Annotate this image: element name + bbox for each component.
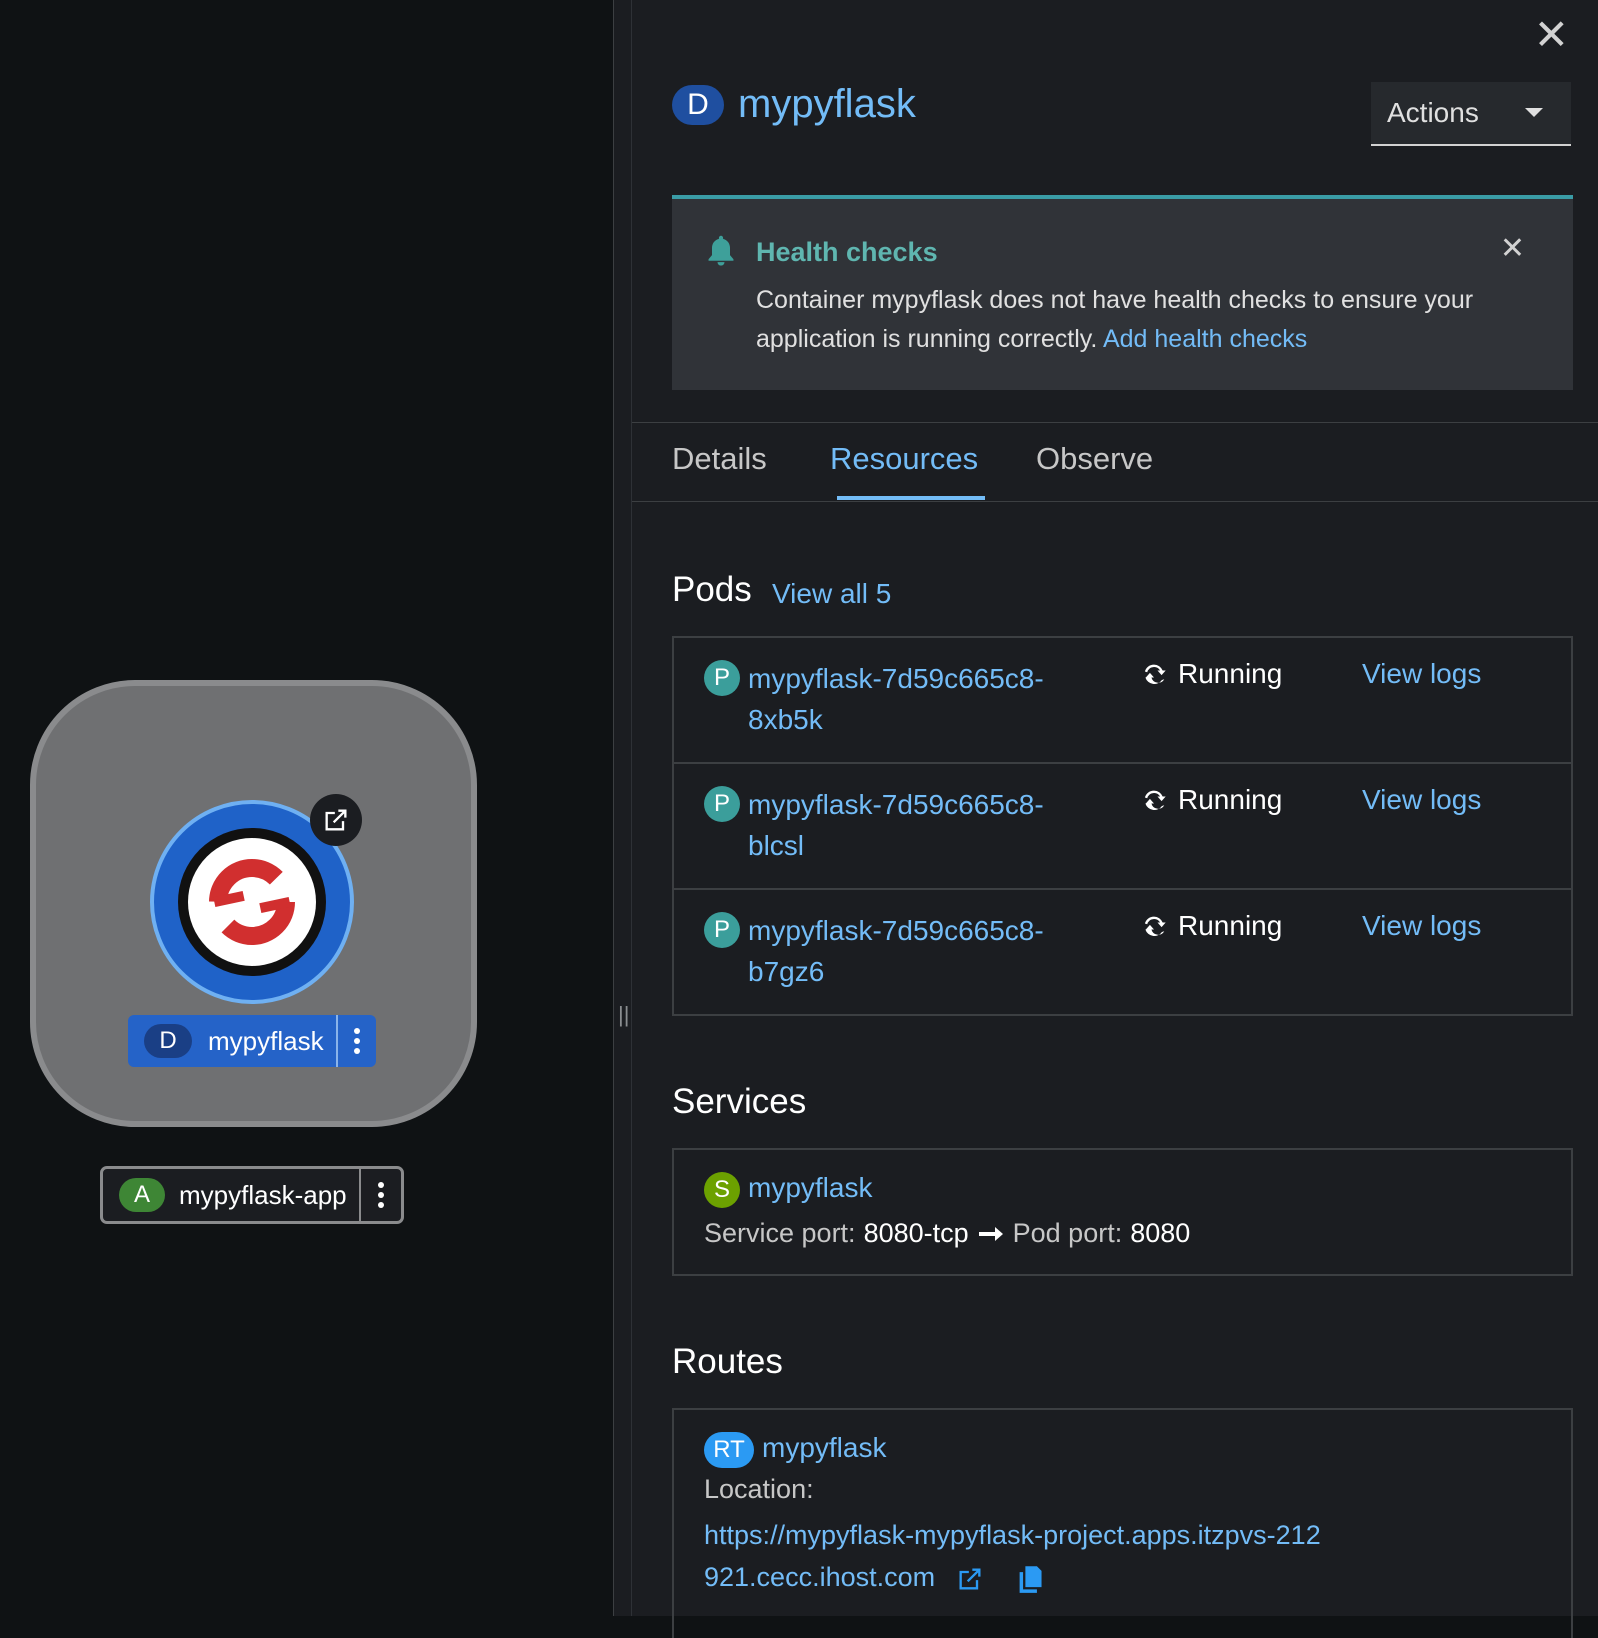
close-icon: ✕ [1533,11,1569,58]
active-tab-indicator [837,496,985,500]
alert-title: Health checks [756,237,938,267]
pod-status: Running [1140,910,1282,942]
tab-observe[interactable]: Observe [1036,441,1153,477]
alert-close-button[interactable]: ✕ [1500,231,1525,266]
actions-dropdown[interactable]: Actions [1371,82,1571,146]
node-label[interactable]: D mypyflask [128,1015,376,1067]
panel-header: D mypyflask [672,82,916,127]
routes-heading: Routes [672,1342,783,1381]
pod-port-value: 8080 [1130,1218,1191,1248]
deployment-badge: D [672,84,724,125]
application-kebab-button[interactable] [359,1169,401,1221]
deployment-badge: D [144,1024,192,1058]
add-health-checks-link[interactable]: Add health checks [1103,325,1307,353]
pods-list: P mypyflask-7d59c665c8-8xb5k Running Vie… [672,636,1573,1016]
view-logs-link[interactable]: View logs [1362,910,1481,942]
route-badge: RT [704,1432,754,1468]
view-all-pods-link[interactable]: View all 5 [772,578,891,610]
pod-status: Running [1140,658,1282,690]
pods-heading: Pods [672,570,752,609]
kebab-icon [378,1182,384,1208]
topology-canvas[interactable]: D mypyflask A mypyflask-app [0,0,613,1616]
view-logs-link[interactable]: View logs [1362,658,1481,690]
pod-status-text: Running [1178,784,1283,815]
pod-name-link[interactable]: mypyflask-7d59c665c8-b7gz6 [748,910,1078,992]
application-name: mypyflask-app [179,1179,347,1210]
node-kebab-button[interactable] [336,1015,376,1067]
service-port-value: 8080-tcp [863,1218,969,1248]
pod-row: P mypyflask-7d59c665c8-8xb5k Running Vie… [674,638,1571,764]
pod-name-link[interactable]: mypyflask-7d59c665c8-8xb5k [748,658,1078,740]
application-label[interactable]: A mypyflask-app [100,1166,404,1224]
caret-down-icon [1525,108,1543,117]
page-title[interactable]: mypyflask [738,82,916,127]
pod-row: P mypyflask-7d59c665c8-blcsl Running Vie… [674,764,1571,890]
sync-icon [1142,790,1166,810]
openshift-logo-icon [209,859,295,945]
actions-label: Actions [1387,97,1479,128]
services-heading: Services [672,1082,807,1121]
sync-icon [1142,664,1166,684]
pod-name-link[interactable]: mypyflask-7d59c665c8-blcsl [748,784,1078,866]
node-name: mypyflask [208,1025,324,1056]
tab-details[interactable]: Details [672,441,767,477]
node-icon-bg [188,838,316,966]
route-name-link[interactable]: mypyflask [762,1432,886,1464]
pod-row: P mypyflask-7d59c665c8-b7gz6 Running Vie… [674,890,1571,1014]
panel-resize-handle[interactable]: || [613,0,632,1616]
location-label: Location: [704,1474,814,1504]
application-badge: A [119,1178,165,1212]
copy-icon[interactable] [1016,1564,1044,1594]
tab-resources[interactable]: Resources [830,441,978,477]
open-url-button[interactable] [310,794,362,846]
pod-status: Running [1140,784,1282,816]
routes-list: RT mypyflask Location: https://mypyflask… [672,1408,1573,1638]
external-link-icon [325,809,347,831]
tab-bar: Details Resources Observe [632,423,1598,502]
route-url-link[interactable]: https://mypyflask-mypyflask-project.apps… [704,1520,1321,1592]
bell-icon [704,233,738,278]
services-list: S mypyflask Service port: 8080-tcp Pod p… [672,1148,1573,1276]
close-icon: ✕ [1499,232,1525,265]
pod-status-text: Running [1178,658,1283,689]
sync-icon [1142,916,1166,936]
kebab-icon [354,1028,360,1054]
pod-badge: P [704,786,740,822]
service-port-mapping: Service port: 8080-tcp Pod port: 8080 [704,1218,1190,1249]
pod-badge: P [704,912,740,948]
view-logs-link[interactable]: View logs [1362,784,1481,816]
external-link-icon[interactable] [955,1565,985,1593]
service-name-link[interactable]: mypyflask [748,1172,872,1204]
alert-body: Container mypyflask does not have health… [756,281,1513,359]
pod-badge: P [704,660,740,696]
drag-handle-icon: || [618,1002,630,1027]
side-panel: ✕ D mypyflask Actions Health checks ✕ Co… [631,0,1598,1638]
close-panel-button[interactable]: ✕ [1534,14,1569,56]
route-url-block: https://mypyflask-mypyflask-project.apps… [704,1514,1324,1598]
node-inner-ring [178,828,326,976]
pod-port-label: Pod port: [1012,1218,1123,1248]
right-arrow-icon [978,1226,1003,1241]
service-badge: S [704,1172,740,1208]
health-checks-alert: Health checks ✕ Container mypyflask does… [672,195,1573,390]
pod-status-text: Running [1178,910,1283,941]
service-port-label: Service port: [704,1218,856,1248]
